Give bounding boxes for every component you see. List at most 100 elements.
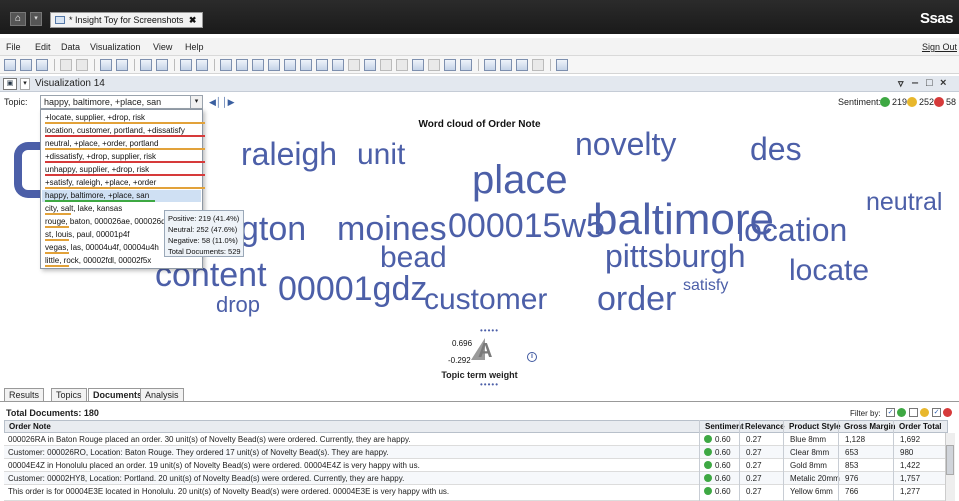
document-tab[interactable]: * Insight Toy for Screenshots ✖ — [50, 12, 204, 28]
topic-option[interactable]: st, louis, paul, 00001p4f — [45, 230, 130, 241]
tab-topics[interactable]: Topics — [51, 388, 87, 402]
open-icon[interactable] — [20, 59, 32, 71]
word-drop[interactable]: drop — [216, 294, 260, 316]
treemap-icon[interactable] — [412, 59, 424, 71]
word-raleigh[interactable]: raleigh — [241, 138, 337, 170]
word-satisfy[interactable]: satisfy — [683, 278, 728, 294]
topic-option[interactable]: neutral, +place, +order, portland — [45, 139, 205, 150]
crosstab-icon[interactable] — [236, 59, 248, 71]
bar-chart-icon[interactable] — [252, 59, 264, 71]
layout-icon[interactable] — [140, 59, 152, 71]
home-icon[interactable]: ⌂ — [10, 12, 26, 26]
column-product-style[interactable]: Product Style — [789, 422, 841, 431]
word-000015w5[interactable]: 000015w5 — [448, 209, 605, 243]
filter-icon[interactable] — [516, 59, 528, 71]
visualization-type-icon[interactable]: ▣ — [3, 78, 17, 90]
bubble-chart-icon[interactable] — [300, 59, 312, 71]
visualization-menu-caret[interactable]: ▾ — [20, 78, 30, 90]
word-novelty[interactable]: novelty — [575, 128, 676, 160]
info-icon[interactable]: i — [527, 352, 537, 362]
column-sentiment[interactable]: Sentiment — [705, 422, 744, 431]
redo-icon[interactable] — [76, 59, 88, 71]
scrollbar-thumb[interactable] — [946, 445, 954, 475]
next-topic-icon[interactable]: │▶ — [222, 97, 235, 108]
table-row[interactable]: 00004E4Z in Honolulu placed an order. 19… — [4, 459, 948, 472]
word-customer[interactable]: customer — [424, 285, 547, 315]
correlation-icon[interactable] — [332, 59, 344, 71]
menu-help[interactable]: Help — [185, 42, 204, 52]
forecast-icon[interactable] — [484, 59, 496, 71]
word-bead[interactable]: bead — [380, 243, 447, 273]
table-row[interactable]: Customer: 000026RO, Location: Baton Roug… — [4, 446, 948, 459]
table-row[interactable]: This order is for 00004E3E located in Ho… — [4, 485, 948, 501]
column-relevance[interactable]: Relevance — [745, 422, 785, 431]
close-icon[interactable]: × — [940, 77, 946, 89]
word-place[interactable]: place — [472, 160, 568, 200]
menu-view[interactable]: View — [153, 42, 172, 52]
table-row[interactable]: Customer: 00002HY8, Location: Portland. … — [4, 472, 948, 485]
close-tab-icon[interactable]: ✖ — [189, 15, 197, 25]
heat-map-icon[interactable] — [380, 59, 392, 71]
word-locate[interactable]: locate — [789, 256, 869, 286]
tab-documents[interactable]: Documents — [88, 388, 148, 402]
word-00001gdz[interactable]: 00001gdz — [278, 272, 427, 306]
decision-tree-icon[interactable] — [460, 59, 472, 71]
topic-option[interactable]: little, rock, 00002fdl, 00002f5x — [45, 256, 151, 267]
word-pittsburgh[interactable]: pittsburgh — [605, 240, 746, 272]
data-panel-icon[interactable] — [100, 59, 112, 71]
rank-icon[interactable] — [532, 59, 544, 71]
word-neutral[interactable]: neutral — [866, 190, 942, 215]
properties-icon[interactable] — [116, 59, 128, 71]
topic-option[interactable]: unhappy, supplier, +drop, risk — [45, 165, 205, 176]
minimize-icon[interactable]: ‒ — [912, 77, 918, 89]
histogram-icon[interactable] — [348, 59, 360, 71]
gauge-icon[interactable] — [428, 59, 440, 71]
word-unit[interactable]: unit — [357, 140, 405, 170]
topic-option[interactable]: rouge, baton, 000026ae, 000026dc — [45, 217, 170, 228]
topic-option[interactable]: vegas, las, 00004u4f, 00004u4h — [45, 243, 159, 254]
topic-option[interactable]: +dissatisfy, +drop, supplier, risk — [45, 152, 205, 163]
geo-map-icon[interactable] — [396, 59, 408, 71]
line-chart-icon[interactable] — [268, 59, 280, 71]
explore-icon[interactable] — [500, 59, 512, 71]
topic-option[interactable]: +locate, supplier, +drop, risk — [45, 113, 205, 124]
scatter-chart-icon[interactable] — [284, 59, 296, 71]
filter-neutral-checkbox[interactable] — [909, 408, 918, 417]
layout-menu-icon[interactable] — [156, 59, 168, 71]
tab-analysis[interactable]: Analysis — [140, 388, 184, 402]
menu-data[interactable]: Data — [61, 42, 80, 52]
topic-option[interactable]: city, salt, lake, kansas — [45, 204, 122, 215]
topic-option[interactable]: +satisfy, raleigh, +place, +order — [45, 178, 205, 189]
topic-option-selected[interactable]: happy, baltimore, +place, san — [45, 191, 155, 202]
column-order-total[interactable]: Order Total — [899, 422, 942, 431]
menu-visualization[interactable]: Visualization — [90, 42, 140, 52]
home-menu-caret[interactable]: ▾ — [30, 12, 42, 26]
new-icon[interactable] — [4, 59, 16, 71]
legend-handle-bottom[interactable]: ••••• — [480, 380, 499, 389]
share-icon[interactable] — [556, 59, 568, 71]
insert-icon[interactable] — [180, 59, 192, 71]
column-order-note[interactable]: Order Note — [9, 422, 51, 431]
topic-option[interactable]: location, customer, portland, +dissatisf… — [45, 126, 205, 137]
insert-menu-icon[interactable] — [196, 59, 208, 71]
word-order[interactable]: order — [597, 282, 676, 316]
word-des[interactable]: des — [750, 133, 802, 165]
word-cloud-icon[interactable] — [444, 59, 456, 71]
menu-edit[interactable]: Edit — [35, 42, 51, 52]
tab-results[interactable]: Results — [4, 388, 45, 402]
network-icon[interactable] — [316, 59, 328, 71]
word-gton[interactable]: gton — [240, 212, 306, 246]
column-gross-margin[interactable]: Gross Margin — [844, 422, 896, 431]
filter-panel-icon[interactable]: ▿ — [898, 77, 904, 90]
filter-positive-checkbox[interactable]: ✓ — [886, 408, 895, 417]
word-location[interactable]: location — [737, 214, 847, 246]
table-chart-icon[interactable] — [220, 59, 232, 71]
topic-select[interactable]: happy, baltimore, +place, san ▾ — [40, 95, 203, 109]
maximize-icon[interactable]: □ — [926, 77, 933, 89]
previous-topic-icon[interactable]: ◀│ — [209, 97, 222, 108]
box-plot-icon[interactable] — [364, 59, 376, 71]
sign-out-link[interactable]: Sign Out — [922, 42, 957, 52]
filter-negative-checkbox[interactable]: ✓ — [932, 408, 941, 417]
save-icon[interactable] — [36, 59, 48, 71]
chevron-down-icon[interactable]: ▾ — [190, 96, 202, 108]
